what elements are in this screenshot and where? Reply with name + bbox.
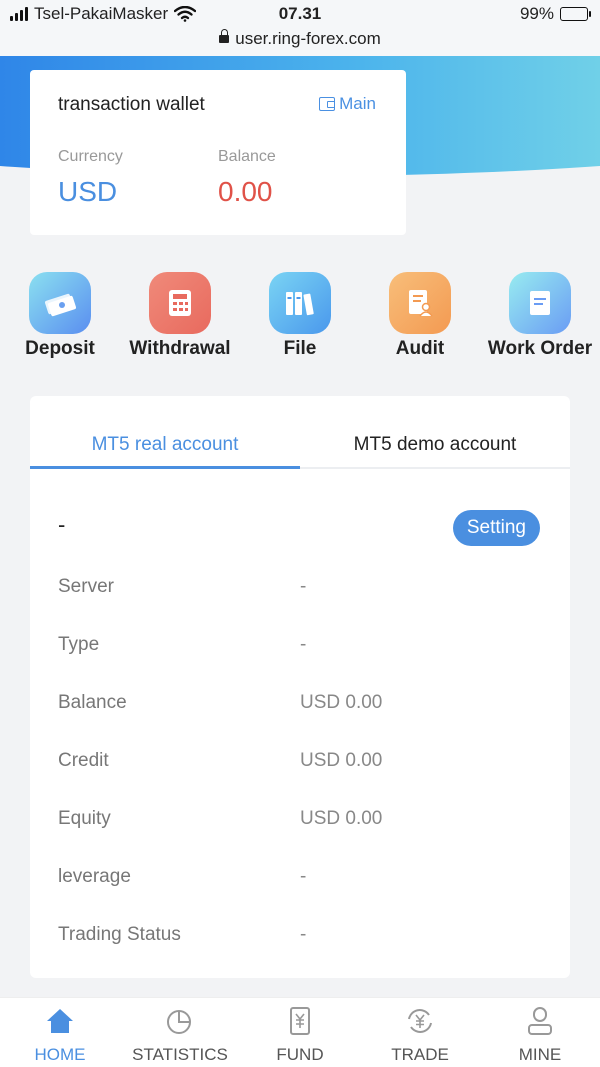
deposit-button[interactable]: Deposit	[0, 272, 120, 360]
currency-label: Currency	[58, 148, 123, 165]
info-value: USD 0.00	[300, 808, 383, 829]
setting-button[interactable]: Setting	[452, 510, 540, 546]
main-wallet-label: Main	[339, 94, 376, 113]
account-tabs: MT5 real account MT5 demo account	[30, 396, 570, 469]
nav-statistics[interactable]: STATISTICS	[120, 1006, 240, 1065]
wallet-card: transaction wallet Main Currency Balance…	[30, 70, 406, 235]
deposit-label: Deposit	[25, 338, 95, 359]
pie-chart-icon	[167, 1010, 191, 1034]
nav-fund[interactable]: FUND	[240, 1006, 360, 1065]
wallet-icon	[319, 97, 336, 111]
quick-actions: Deposit Withdrawal File Audit Work Order	[0, 272, 600, 362]
money-icon	[29, 272, 91, 334]
currency-value: USD	[58, 176, 118, 207]
lock-icon	[219, 29, 230, 43]
tab-mt5-real[interactable]: MT5 real account	[30, 434, 300, 456]
balance-label: Balance	[218, 148, 276, 165]
info-key: Credit	[58, 750, 109, 771]
info-row-balance: Balance USD 0.00	[30, 692, 570, 722]
clock: 07.31	[278, 4, 322, 23]
nav-trade[interactable]: TRADE	[360, 1006, 480, 1065]
battery-percent: 99%	[519, 4, 554, 23]
document-icon	[509, 272, 571, 334]
info-value: -	[300, 576, 307, 597]
account-name: -	[58, 512, 66, 537]
tab-mt5-demo[interactable]: MT5 demo account	[300, 434, 570, 456]
withdrawal-button[interactable]: Withdrawal	[120, 272, 240, 360]
info-value: USD 0.00	[300, 692, 383, 713]
yen-document-icon	[290, 1007, 310, 1035]
main-wallet-link[interactable]: Main	[319, 94, 376, 114]
calculator-icon	[149, 272, 211, 334]
nav-statistics-label: STATISTICS	[132, 1045, 228, 1064]
info-key: Trading Status	[58, 924, 181, 945]
info-row-credit: Credit USD 0.00	[30, 750, 570, 780]
info-value: -	[300, 866, 307, 887]
info-value: -	[300, 634, 307, 655]
folders-icon	[269, 272, 331, 334]
info-row-equity: Equity USD 0.00	[30, 808, 570, 838]
file-button[interactable]: File	[240, 272, 360, 360]
info-row-server: Server -	[30, 576, 570, 606]
user-icon	[528, 1007, 552, 1035]
info-key: Type	[58, 634, 100, 655]
balance-value: 0.00	[218, 176, 273, 207]
active-tab-indicator	[30, 466, 300, 469]
wallet-title: transaction wallet	[58, 94, 205, 115]
withdrawal-label: Withdrawal	[129, 338, 231, 359]
account-card: MT5 real account MT5 demo account - Sett…	[30, 396, 570, 978]
nav-mine[interactable]: MINE	[480, 1006, 600, 1065]
info-key: Equity	[58, 808, 111, 829]
url-bar[interactable]: user.ring-forex.com	[0, 29, 600, 49]
url-text: user.ring-forex.com	[235, 29, 381, 48]
status-bar: Tsel-PakaiMasker 07.31 99% user.ring-for…	[0, 0, 600, 56]
nav-mine-label: MINE	[518, 1045, 562, 1064]
file-label: File	[283, 338, 317, 359]
home-icon	[47, 1009, 73, 1033]
work-order-label: Work Order	[487, 338, 593, 359]
nav-trade-label: TRADE	[391, 1045, 449, 1064]
nav-home-label: HOME	[34, 1045, 86, 1064]
bottom-nav: HOME STATISTICS FUND TRADE MINE	[0, 997, 600, 1067]
nav-home[interactable]: HOME	[0, 1006, 120, 1065]
work-order-button[interactable]: Work Order	[480, 272, 600, 360]
info-row-trading-status: Trading Status -	[30, 924, 570, 954]
audit-button[interactable]: Audit	[360, 272, 480, 360]
info-value: USD 0.00	[300, 750, 383, 771]
audit-label: Audit	[395, 338, 445, 359]
info-value: -	[300, 924, 307, 945]
yen-exchange-icon	[408, 1009, 432, 1033]
nav-fund-label: FUND	[276, 1045, 324, 1064]
document-person-icon	[389, 272, 451, 334]
info-row-type: Type -	[30, 634, 570, 664]
info-row-leverage: leverage -	[30, 866, 570, 896]
battery-icon	[560, 7, 591, 21]
info-key: Server	[58, 576, 114, 597]
info-key: Balance	[58, 692, 127, 713]
info-key: leverage	[58, 866, 131, 887]
